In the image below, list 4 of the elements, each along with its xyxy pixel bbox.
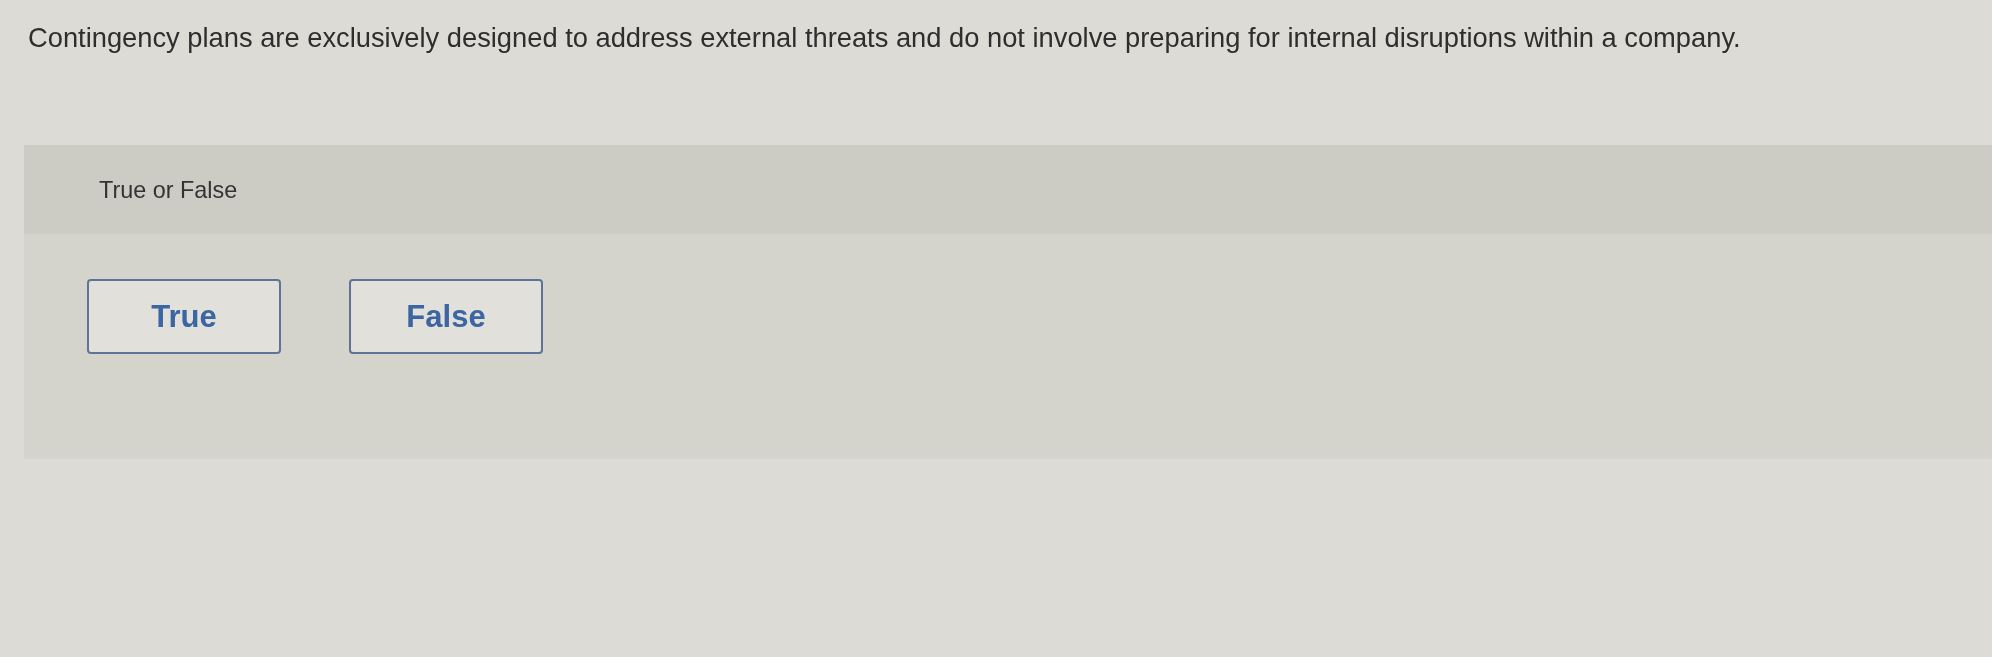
question-text: Contingency plans are exclusively designed to address external threats and do not involve preparing for internal disruptions within a company. (28, 21, 1741, 55)
answer-option-button[interactable]: False (349, 279, 543, 354)
answer-option-button[interactable]: True (87, 279, 281, 354)
prompt-label: True or False (99, 175, 238, 204)
